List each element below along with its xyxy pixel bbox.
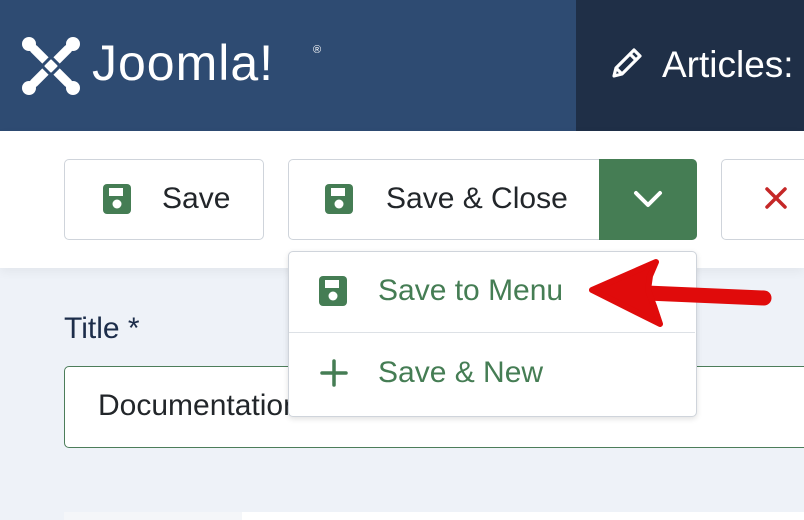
logo-registered-mark: ® — [313, 44, 322, 56]
floppy-disk-icon — [103, 184, 131, 214]
save-button[interactable]: Save — [64, 159, 264, 240]
logo-text: Joomla! — [92, 35, 275, 91]
joomla-logo-icon — [22, 37, 80, 95]
plus-icon — [320, 359, 348, 387]
app-header: Joomla! ® Articles: — [0, 0, 804, 131]
save-to-menu-label: Save to Menu — [378, 274, 564, 307]
floppy-disk-icon — [319, 276, 347, 306]
pencil-icon — [612, 48, 642, 78]
logo-area[interactable]: Joomla! ® — [0, 0, 576, 131]
save-options-dropdown-toggle[interactable] — [599, 159, 697, 240]
close-icon — [765, 187, 787, 209]
annotation-arrow-icon — [589, 259, 772, 327]
page-title: Articles: — [662, 44, 794, 85]
save-close-button-label: Save & Close — [386, 182, 568, 215]
chevron-down-icon — [634, 191, 662, 207]
save-and-new-label: Save & New — [378, 356, 544, 389]
close-button[interactable] — [721, 159, 804, 240]
active-tab[interactable] — [64, 512, 242, 520]
save-button-label: Save — [162, 182, 231, 215]
save-and-new-item[interactable]: Save & New — [289, 334, 695, 414]
floppy-disk-icon — [325, 184, 353, 214]
title-field-label: Title * — [64, 312, 140, 345]
